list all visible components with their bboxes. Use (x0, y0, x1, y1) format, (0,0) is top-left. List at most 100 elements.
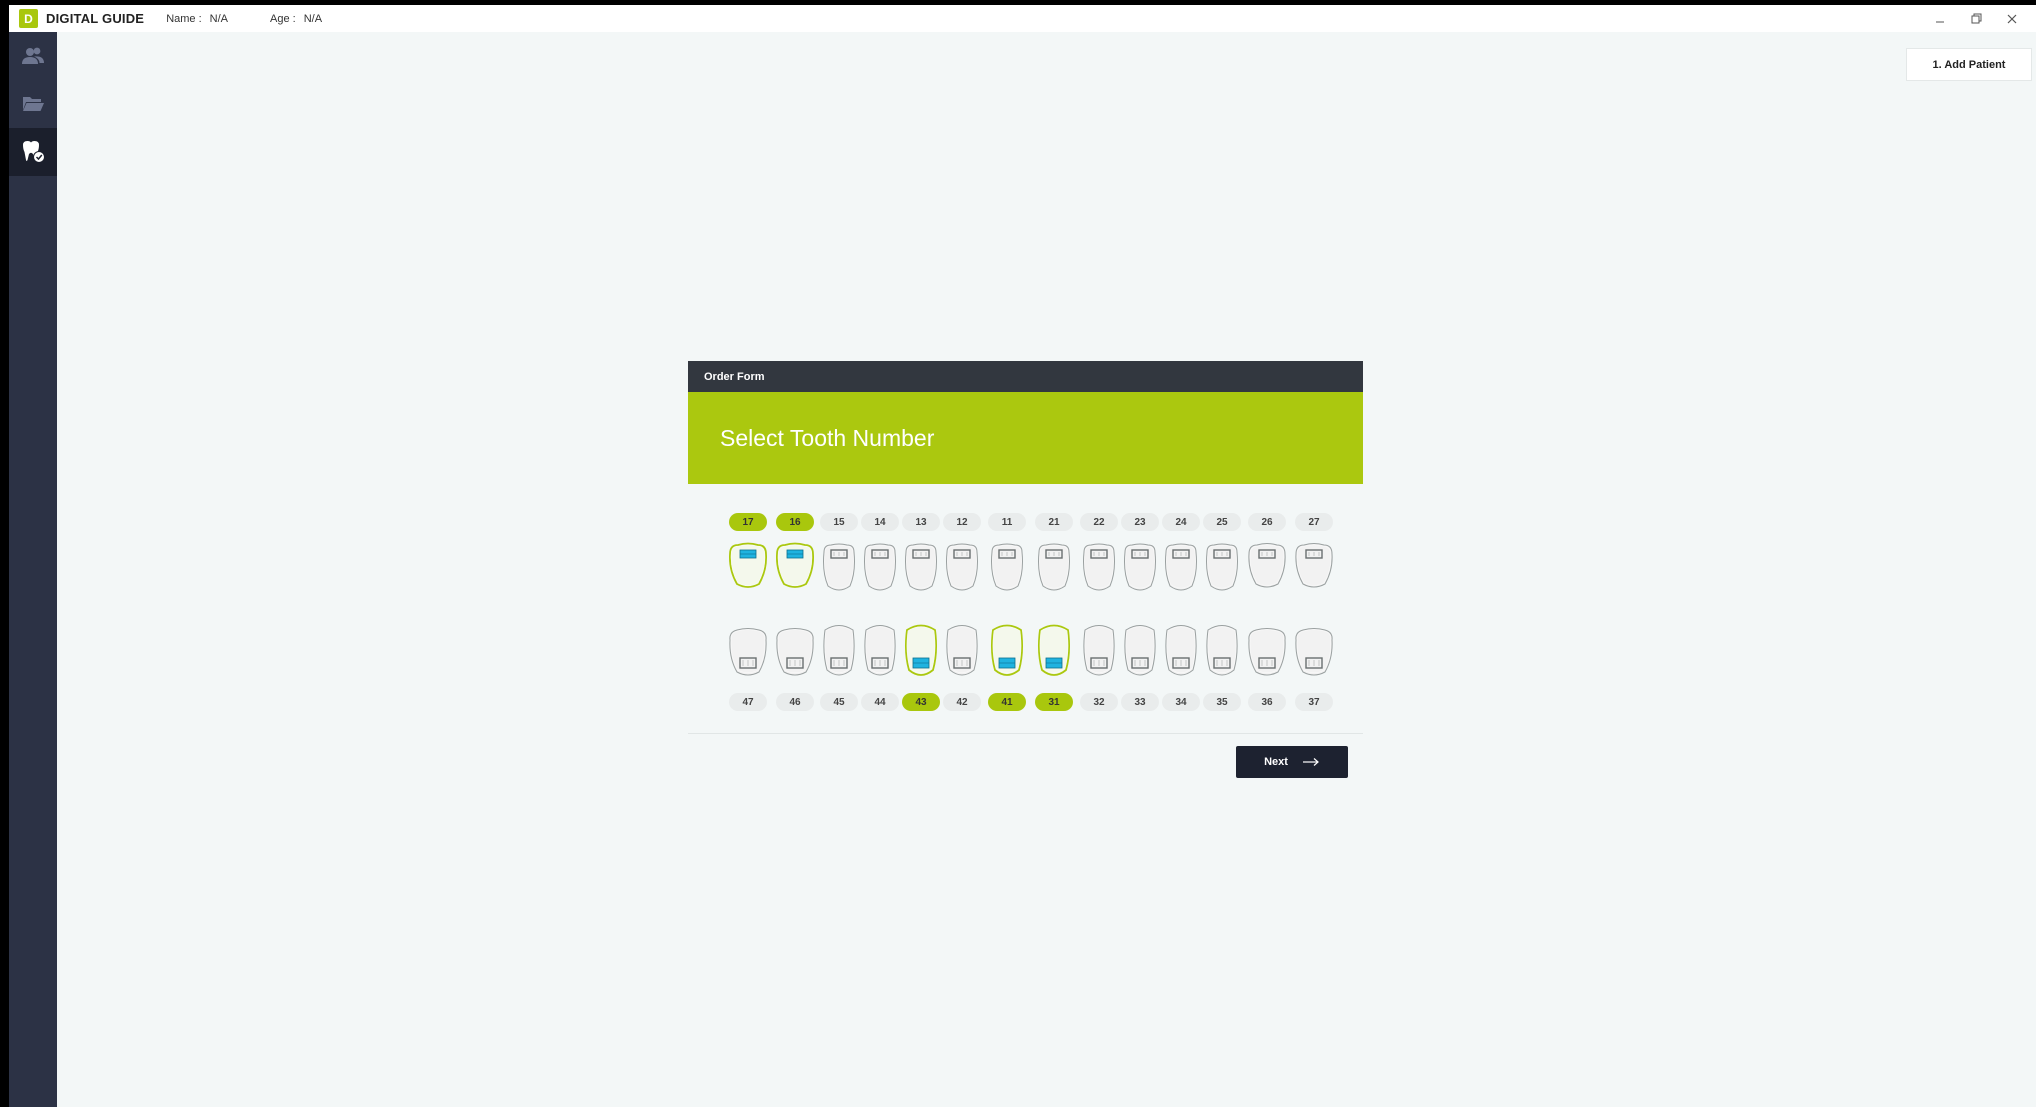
tooth-37[interactable] (1292, 622, 1336, 685)
tooth-number-47[interactable]: 47 (729, 693, 767, 711)
form-divider (688, 733, 1363, 734)
tooth-26[interactable] (1245, 542, 1289, 599)
tooth-33-icon (1124, 625, 1156, 676)
tooth-45[interactable] (817, 622, 861, 685)
tooth-46[interactable] (773, 622, 817, 685)
sidebar (9, 32, 57, 1107)
tooth-41-selected[interactable] (985, 622, 1029, 685)
sidebar-item-order[interactable] (9, 128, 57, 176)
tooth-number-24[interactable]: 24 (1162, 513, 1200, 531)
tooth-25[interactable] (1200, 542, 1244, 599)
tooth-15-icon (823, 543, 855, 591)
order-form-panel: Order Form Select Tooth Number 17 16 15 (688, 361, 1363, 781)
tooth-14[interactable] (858, 542, 902, 599)
age-value: N/A (303, 12, 323, 25)
tooth-number-17[interactable]: 17 (729, 513, 767, 531)
tooth-number-13[interactable]: 13 (902, 513, 940, 531)
tooth-34[interactable] (1159, 622, 1203, 685)
tooth-21[interactable] (1032, 542, 1076, 599)
tooth-number-31[interactable]: 31 (1035, 693, 1073, 711)
tooth-number-45[interactable]: 45 (820, 693, 858, 711)
tooth-31-icon (1037, 624, 1071, 676)
tooth-36-icon (1248, 628, 1286, 676)
close-button[interactable] (1994, 5, 2030, 32)
tooth-number-21[interactable]: 21 (1035, 513, 1073, 531)
name-value: N/A (209, 12, 228, 25)
minimize-icon (1936, 21, 1944, 22)
tooth-45-icon (823, 625, 855, 676)
tooth-11[interactable] (985, 542, 1029, 599)
tooth-number-41[interactable]: 41 (988, 693, 1026, 711)
tooth-13-icon (905, 543, 937, 591)
tooth-33[interactable] (1118, 622, 1162, 685)
sidebar-item-patients[interactable] (9, 32, 57, 80)
tooth-43-icon (904, 624, 938, 676)
tooth-number-32[interactable]: 32 (1080, 693, 1118, 711)
tooth-number-46[interactable]: 46 (776, 693, 814, 711)
age-label: Age : (270, 12, 296, 25)
tooth-36[interactable] (1245, 622, 1289, 685)
tooth-number-22[interactable]: 22 (1080, 513, 1118, 531)
tooth-47[interactable] (726, 622, 770, 685)
tooth-25-icon (1206, 543, 1238, 591)
tooth-number-23[interactable]: 23 (1121, 513, 1159, 531)
window-left-border (0, 0, 9, 1107)
tooth-35-icon (1206, 625, 1238, 676)
minimize-button[interactable] (1922, 5, 1958, 32)
tooth-number-26[interactable]: 26 (1248, 513, 1286, 531)
tooth-number-34[interactable]: 34 (1162, 693, 1200, 711)
tooth-23[interactable] (1118, 542, 1162, 599)
close-icon (2007, 14, 2017, 23)
tooth-41-icon (990, 624, 1024, 676)
tooth-number-14[interactable]: 14 (861, 513, 899, 531)
tooth-37-icon (1295, 628, 1333, 676)
tooth-44-icon (864, 625, 896, 676)
tooth-42-icon (946, 625, 978, 676)
tooth-number-37[interactable]: 37 (1295, 693, 1333, 711)
tooth-number-42[interactable]: 42 (943, 693, 981, 711)
tooth-number-16[interactable]: 16 (776, 513, 814, 531)
tooth-number-43[interactable]: 43 (902, 693, 940, 711)
sidebar-item-files[interactable] (9, 80, 57, 128)
tooth-number-12[interactable]: 12 (943, 513, 981, 531)
tooth-number-36[interactable]: 36 (1248, 693, 1286, 711)
tooth-check-icon (23, 141, 45, 163)
tooth-35[interactable] (1200, 622, 1244, 685)
app-title: DIGITAL GUIDE (46, 11, 145, 26)
tooth-22[interactable] (1077, 542, 1121, 599)
tooth-16-selected[interactable] (773, 542, 817, 599)
next-button[interactable]: Next (1236, 746, 1348, 778)
tooth-34-icon (1165, 625, 1197, 676)
tooth-number-44[interactable]: 44 (861, 693, 899, 711)
tooth-46-icon (776, 628, 814, 676)
tooth-number-35[interactable]: 35 (1203, 693, 1241, 711)
tooth-23-icon (1124, 543, 1156, 591)
window-controls (1922, 5, 2030, 32)
tooth-17-selected[interactable] (726, 542, 770, 599)
tooth-number-33[interactable]: 33 (1121, 693, 1159, 711)
tooth-24-icon (1165, 543, 1197, 591)
tooth-24[interactable] (1159, 542, 1203, 599)
patients-icon (22, 47, 44, 64)
add-patient-step-button[interactable]: 1. Add Patient (1906, 48, 2032, 81)
tooth-43-selected[interactable] (899, 622, 943, 685)
next-label: Next (1264, 756, 1288, 768)
tooth-31-selected[interactable] (1032, 622, 1076, 685)
tooth-32-icon (1083, 625, 1115, 676)
tooth-12[interactable] (940, 542, 984, 599)
tooth-42[interactable] (940, 622, 984, 685)
tooth-13[interactable] (899, 542, 943, 599)
tooth-number-11[interactable]: 11 (988, 513, 1026, 531)
tooth-12-icon (946, 543, 978, 591)
tooth-44[interactable] (858, 622, 902, 685)
tooth-26-icon (1248, 543, 1286, 588)
tooth-32[interactable] (1077, 622, 1121, 685)
tooth-number-25[interactable]: 25 (1203, 513, 1241, 531)
tooth-number-27[interactable]: 27 (1295, 513, 1333, 531)
tooth-15[interactable] (817, 542, 861, 599)
tooth-number-15[interactable]: 15 (820, 513, 858, 531)
tooth-11-icon (991, 543, 1023, 591)
tooth-27[interactable] (1292, 542, 1336, 599)
restore-icon (1971, 13, 1981, 24)
restore-button[interactable] (1958, 5, 1994, 32)
